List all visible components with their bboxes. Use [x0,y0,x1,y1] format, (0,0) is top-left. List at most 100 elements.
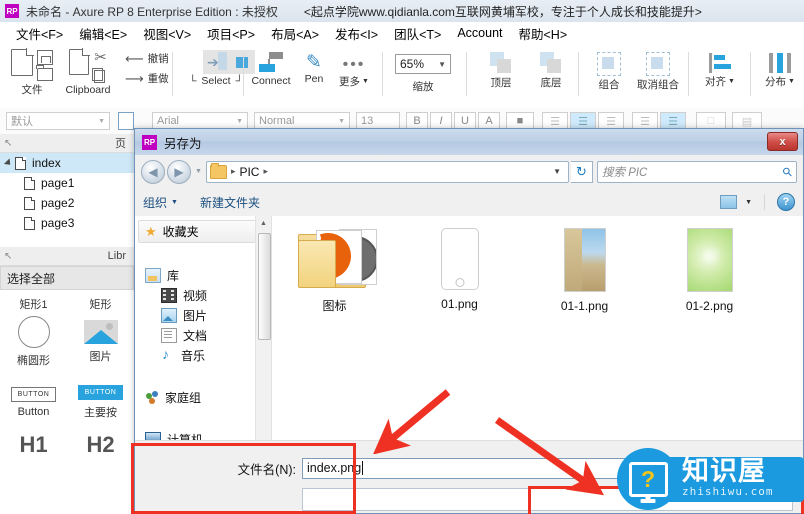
menu-team[interactable]: 团队<T> [386,24,449,43]
file-item-01-2[interactable]: 01-2.png [647,228,772,314]
nav-item-videos[interactable]: 视频 [135,285,271,305]
primary-button-widget-icon: BUTTON [77,384,124,400]
style-select[interactable]: 默认 ▼ [6,112,110,130]
recent-locations-icon[interactable]: ▼ [195,168,202,175]
back-button[interactable]: ◀ [141,159,165,184]
ribbon-group-bring-to-front[interactable]: 顶层 [478,44,524,108]
send-to-back-icon[interactable] [540,52,562,74]
sidebar-item-page1[interactable]: page1 [0,173,134,193]
sidebar-item-page3[interactable]: page3 [0,213,134,233]
menu-file[interactable]: 文件<F> [8,24,71,43]
sidebar-item-page2[interactable]: page2 [0,193,134,213]
annotation-arrow-left [372,389,451,454]
ribbon-group-group[interactable]: 组合 [586,44,632,108]
paste-icon[interactable] [69,48,90,75]
chevron-down-icon[interactable]: ▼ [438,60,446,69]
pin-icon[interactable]: ↖ [4,251,12,262]
menu-edit[interactable]: 编辑<E> [71,24,135,43]
menu-help[interactable]: 帮助<H> [511,24,576,43]
chevron-down-icon[interactable]: ▼ [745,199,752,206]
nav-item-homegroup[interactable]: 家庭组 [135,387,271,407]
distribute-icon[interactable] [769,53,791,73]
open-folder-icon[interactable] [36,65,53,81]
forward-button[interactable]: ▶ [167,159,191,184]
ribbon-group-ungroup[interactable]: 取消组合 [630,44,686,108]
file-item-01-1[interactable]: 01-1.png [522,228,647,314]
pen-icon[interactable]: ✎ [306,53,322,72]
organize-button[interactable]: 组织 ▼ [143,194,178,211]
more-dots-icon[interactable]: ••• [343,57,366,73]
ribbon-group-connect[interactable]: Connect [248,44,294,108]
library-filter-select[interactable]: 选择全部 [0,266,134,290]
widget-h1[interactable]: H1 [0,432,67,472]
ribbon-group-more[interactable]: ••• 更多 ▼ [334,44,374,108]
new-folder-button[interactable]: 新建文件夹 [200,194,260,211]
search-icon[interactable]: ⚲ [780,163,796,179]
nav-item-library[interactable]: 库 [135,265,271,285]
ribbon-group-zoom[interactable]: 65% ▼ 缩放 [392,44,454,108]
ribbon-group-distribute[interactable]: 分布 ▼ [756,44,804,108]
ribbon-group-align[interactable]: 对齐 ▼ [694,44,746,108]
cut-icon[interactable]: ✂ [94,50,107,65]
view-mode-icon[interactable] [720,195,738,209]
widget-rect2[interactable]: 矩形 [67,290,134,312]
pin-icon[interactable]: ↖ [4,138,12,149]
save-icon[interactable] [37,50,53,65]
align-icon[interactable] [709,53,731,73]
menu-layout[interactable]: 布局<A> [263,24,327,43]
help-icon[interactable]: ? [777,193,795,211]
address-bar[interactable]: ▸ PIC ▸ ▼ [205,160,569,183]
chevron-down-icon[interactable]: ▼ [98,118,105,125]
sidebar-item-index[interactable]: index [0,153,134,173]
nav-item-music[interactable]: 音乐 [135,345,271,365]
scroll-up-button[interactable]: ▲ [256,216,271,231]
new-folder-label: 新建文件夹 [199,195,260,210]
nav-item-documents[interactable]: 文档 [135,325,271,345]
widget-h2[interactable]: H2 [67,432,134,472]
new-document-icon[interactable] [11,48,34,76]
menu-project[interactable]: 项目<P> [199,24,263,43]
chevron-down-icon[interactable]: ▼ [553,167,561,176]
group-icon[interactable] [597,52,621,76]
ribbon-group-send-to-back[interactable]: 底层 [528,44,574,108]
menu-view[interactable]: 视图<V> [135,24,199,43]
chevron-down-icon[interactable]: ▼ [338,118,345,125]
documents-icon [161,327,177,343]
chevron-down-icon[interactable]: ▼ [788,78,795,85]
widget-rect1[interactable]: 矩形1 [0,290,67,312]
breadcrumb-pic[interactable]: PIC [239,165,259,179]
chevron-down-icon[interactable]: ▼ [236,118,243,125]
expand-triangle-icon[interactable] [3,158,14,168]
widget-ellipse[interactable]: 椭圆形 [0,312,67,372]
connect-icon[interactable] [257,50,285,74]
scrollbar-thumb[interactable] [258,233,271,340]
refresh-icon[interactable]: ↻ [571,160,593,183]
menu-publish[interactable]: 发布<I> [327,24,386,43]
zoom-combobox[interactable]: 65% ▼ [395,54,451,74]
style-doc-icon[interactable] [118,112,134,130]
favorites-header[interactable]: ★ 收藏夹 [138,220,268,243]
undo-label[interactable]: 撤销 [148,51,169,66]
axure-logo-icon: RP [5,4,19,18]
video-icon [161,287,177,303]
widget-label: 椭圆形 [17,355,50,367]
redo-label[interactable]: 重做 [148,71,169,86]
menubar: 文件<F> 编辑<E> 视图<V> 项目<P> 布局<A> 发布<I> 团队<T… [0,22,804,45]
undo-icon[interactable]: ⟵ [125,52,144,65]
file-item-folder[interactable]: 图标 [272,228,397,314]
ungroup-icon[interactable] [646,52,670,76]
nav-label: 库 [167,268,180,283]
bring-to-front-icon[interactable] [490,52,512,74]
widget-primary-button[interactable]: BUTTON 主要按 [67,372,134,432]
ribbon-group-pen[interactable]: ✎ Pen [296,44,332,108]
widget-image[interactable]: 图片 [67,312,134,372]
search-input[interactable]: 搜索 PIC ⚲ [597,160,797,183]
nav-item-pictures[interactable]: 图片 [135,305,271,325]
widget-button[interactable]: BUTTON Button [0,372,67,432]
close-icon[interactable]: x [767,132,798,151]
chevron-down-icon[interactable]: ▼ [728,78,735,85]
file-item-01[interactable]: 01.png [397,228,522,314]
redo-icon[interactable]: ⟶ [125,72,144,85]
menu-account[interactable]: Account [449,26,510,40]
copy-icon[interactable] [92,68,106,83]
